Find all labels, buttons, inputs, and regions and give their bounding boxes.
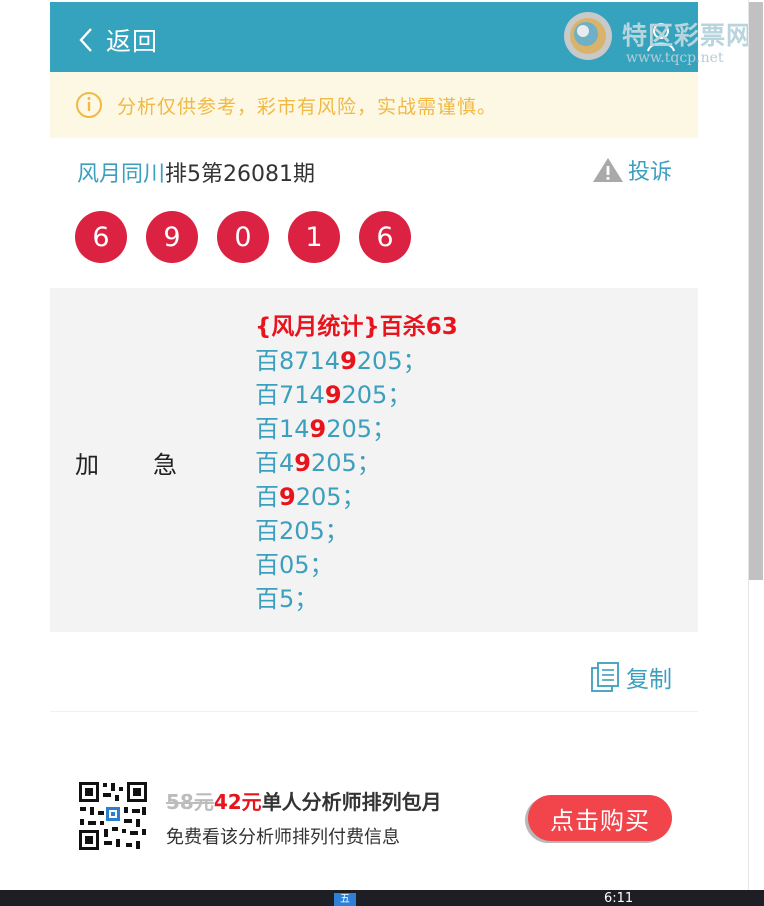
divider (50, 711, 698, 712)
line-text: 百205； (255, 517, 349, 545)
line-text: 205； (310, 449, 381, 477)
logo-name: 特区彩票网 (622, 21, 753, 50)
page: 返回 分析仅供参考，彩市有风险，实战需谨慎。 风月同川排5第26081期 投诉 … (50, 0, 698, 890)
notice-text: 分析仅供参考，彩市有风险，实战需谨慎。 (117, 95, 498, 118)
stats-line: 百87149205； (255, 344, 458, 378)
copy-label: 复制 (626, 667, 672, 693)
qr-code-icon (78, 781, 148, 851)
stats-line: 百149205； (255, 412, 458, 446)
promo-info: 58元42元单人分析师排列包月 免费看该分析师排列付费信息 (166, 786, 442, 849)
taskbar-clock: 6:11 (604, 891, 634, 906)
line-highlight: 9 (279, 483, 296, 511)
old-price: 58元 (166, 790, 214, 814)
report-button[interactable]: 投诉 (592, 154, 672, 186)
number-ball: 0 (217, 211, 269, 263)
number-ball: 6 (75, 211, 127, 263)
number-ball: 1 (288, 211, 340, 263)
line-text: 205； (295, 483, 366, 511)
number-ball: 9 (146, 211, 198, 263)
promo-title: 单人分析师排列包月 (261, 790, 442, 814)
stats-heading: {风月统计}百杀63 (255, 314, 458, 340)
line-highlight: 9 (294, 449, 311, 477)
taskbar-app-icon[interactable]: 五 (334, 893, 356, 906)
urgent-label: 加急 (75, 451, 231, 479)
copy-button[interactable]: 复制 (590, 660, 672, 694)
chevron-left-icon (79, 28, 92, 52)
line-text: 百 (255, 483, 279, 511)
stats-list: {风月统计}百杀63 百87149205； 百7149205； 百149205；… (255, 310, 458, 616)
promo-headline: 58元42元单人分析师排列包月 (166, 786, 442, 815)
line-text: 百05； (255, 551, 334, 579)
report-label: 投诉 (627, 160, 672, 185)
taskbar (0, 890, 764, 906)
info-icon (76, 92, 102, 118)
line-text: 百5； (255, 585, 319, 613)
stats-line: 百5； (255, 582, 458, 616)
author-name[interactable]: 风月同川 (77, 162, 165, 187)
number-ball: 6 (359, 211, 411, 263)
draw-numbers: 6 9 0 1 6 (75, 211, 430, 263)
buy-button[interactable]: 点击购买 (528, 795, 672, 841)
line-highlight: 9 (309, 415, 327, 443)
copy-icon (591, 662, 619, 692)
stats-line: 百05； (255, 548, 458, 582)
post-title: 风月同川排5第26081期 (77, 156, 315, 188)
stats-line: 百9205； (255, 480, 458, 514)
stats-line: 百205； (255, 514, 458, 548)
prediction-content: 加急 {风月统计}百杀63 百87149205； 百7149205； 百1492… (50, 288, 698, 632)
line-highlight: 9 (324, 381, 342, 409)
logo-ball-icon (564, 12, 612, 60)
new-price: 42元 (213, 790, 262, 814)
line-text: 205； (341, 381, 412, 409)
line-highlight: 9 (340, 347, 357, 375)
line-text: 百714 (255, 381, 325, 409)
promo-subtitle: 免费看该分析师排列付费信息 (166, 827, 400, 848)
warning-icon (592, 158, 623, 182)
site-logo: 特区彩票网 www.tqcp.net (562, 10, 762, 68)
back-button[interactable]: 返回 (74, 22, 158, 58)
line-text: 205； (326, 415, 397, 443)
risk-notice: 分析仅供参考，彩市有风险，实战需谨慎。 (50, 72, 698, 138)
logo-url: www.tqcp.net (626, 50, 724, 66)
back-label: 返回 (106, 27, 159, 56)
stats-line: 百49205； (255, 446, 458, 480)
line-text: 205； (356, 347, 427, 375)
line-text: 百4 (255, 449, 295, 477)
stats-line: 百7149205； (255, 378, 458, 412)
issue-label: 排5第26081期 (165, 162, 315, 187)
line-text: 百8714 (255, 347, 341, 375)
scrollbar-thumb[interactable] (749, 2, 763, 580)
line-text: 百14 (255, 415, 310, 443)
